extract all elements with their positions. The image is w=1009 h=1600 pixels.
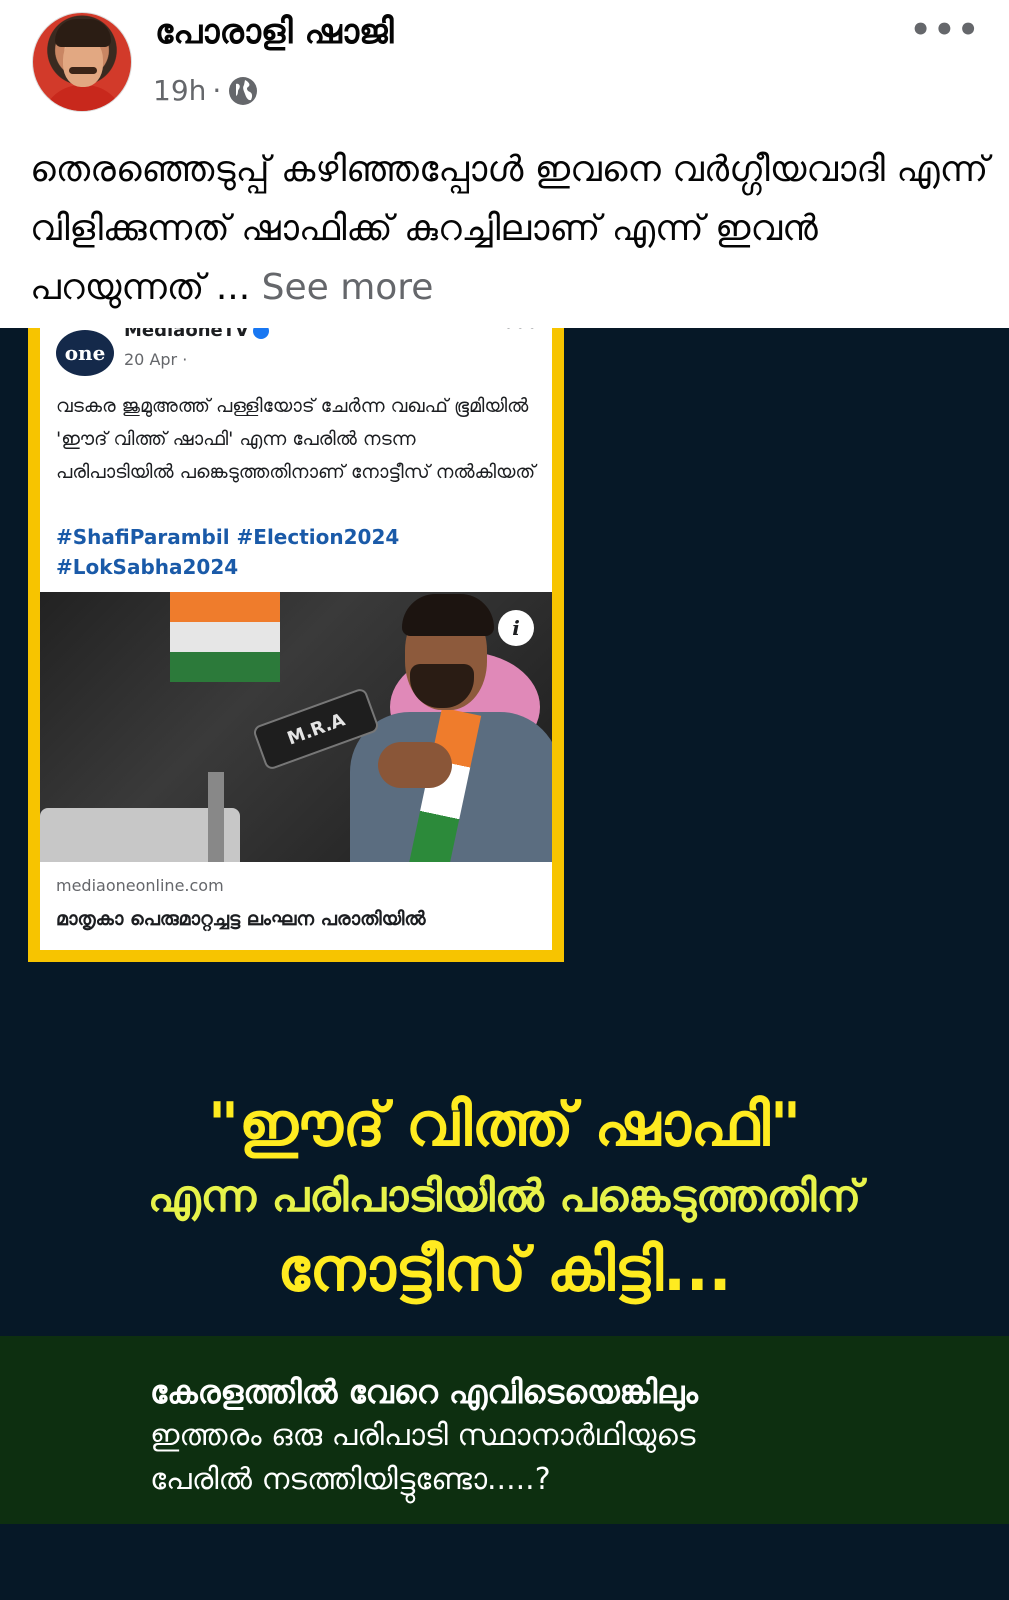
embedded-news-photo: M.R.A i bbox=[40, 592, 552, 862]
post-time[interactable]: 19h bbox=[153, 74, 206, 107]
embedded-post-date: 20 Apr · bbox=[124, 350, 188, 369]
poster-question-box: കേരളത്തിൽ വേറെ എവിടെയെങ്കിലും ഇത്തരം ഒരു… bbox=[0, 1336, 1009, 1524]
author-name[interactable]: പോരാളി ഷാജി bbox=[155, 12, 394, 52]
verified-badge-icon bbox=[252, 328, 269, 339]
speaker-hand bbox=[378, 742, 452, 788]
meta-separator: · bbox=[212, 74, 222, 107]
see-more-link[interactable]: See more bbox=[262, 267, 434, 308]
question-line-1: കേരളത്തിൽ വേറെ എവിടെയെങ്കിലും bbox=[150, 1373, 698, 1411]
avatar-mustache bbox=[69, 67, 97, 74]
embedded-card-inner: one MediaoneTV 20 Apr · ••• വടകര ജുമുഅത്… bbox=[40, 328, 552, 950]
link-domain: mediaoneonline.com bbox=[56, 876, 224, 895]
mediaone-logo: one bbox=[56, 330, 114, 376]
post-meta: 19h · bbox=[153, 74, 259, 107]
poster-line-2: എന്ന പരിപാടിയിൽ പങ്കെടുത്തതിന് bbox=[147, 1171, 862, 1222]
link-title: മാതൃകാ പെരുമാറ്റച്ചട്ട ലംഘന പരാതിയിൽ bbox=[56, 908, 426, 930]
avatar-shirt bbox=[41, 85, 125, 111]
post-image[interactable]: one MediaoneTV 20 Apr · ••• വടകര ജുമുഅത്… bbox=[0, 328, 1009, 1600]
author-avatar[interactable] bbox=[32, 12, 132, 112]
embedded-screenshot-card: one MediaoneTV 20 Apr · ••• വടകര ജുമുഅത്… bbox=[28, 328, 564, 962]
question-line-2: ഇത്തരം ഒരു പരിപാടി സ്ഥാനാർഥിയുടെ bbox=[150, 1418, 696, 1453]
speaker-hair bbox=[402, 594, 494, 636]
avatar-hair bbox=[55, 19, 111, 47]
embedded-page-name: MediaoneTV bbox=[124, 328, 269, 341]
embedded-page-label: MediaoneTV bbox=[124, 328, 249, 341]
more-options-icon[interactable]: ••• bbox=[910, 10, 981, 50]
mic-stand bbox=[208, 772, 224, 862]
embedded-post-text: വടകര ജുമുഅത്ത് പള്ളിയോട് ചേർന്ന വഖഫ് ഭൂമ… bbox=[56, 395, 536, 483]
poster-line-3: നോട്ടീസ് കിട്ടി... bbox=[277, 1235, 732, 1305]
question-line-3: പേരിൽ നടത്തിയിട്ടുണ്ടോ.....? bbox=[150, 1462, 551, 1497]
post-header: പോരാളി ഷാജി 19h · ••• bbox=[0, 0, 1009, 120]
indian-flag bbox=[170, 592, 280, 682]
post-text: തെരഞ്ഞെടുപ്പ് കഴിഞ്ഞപ്പോൾ ഇവനെ വർഗ്ഗീയവാ… bbox=[30, 140, 990, 317]
embedded-more-icon: ••• bbox=[503, 328, 538, 338]
globe-icon bbox=[229, 76, 258, 105]
post-body: തെരഞ്ഞെടുപ്പ് കഴിഞ്ഞപ്പോൾ ഇവനെ വർഗ്ഗീയവാ… bbox=[30, 149, 989, 308]
poster-line-1: "ഈദ് വിത്ത് ഷാഫി" bbox=[207, 1090, 802, 1160]
embedded-hashtags: #ShafiParambil #Election2024 #LokSabha20… bbox=[56, 525, 400, 579]
poster-headline: "ഈദ് വിത്ത് ഷാഫി" എന്ന പരിപാടിയിൽ പങ്കെട… bbox=[0, 1086, 1009, 1310]
info-icon: i bbox=[498, 610, 534, 646]
